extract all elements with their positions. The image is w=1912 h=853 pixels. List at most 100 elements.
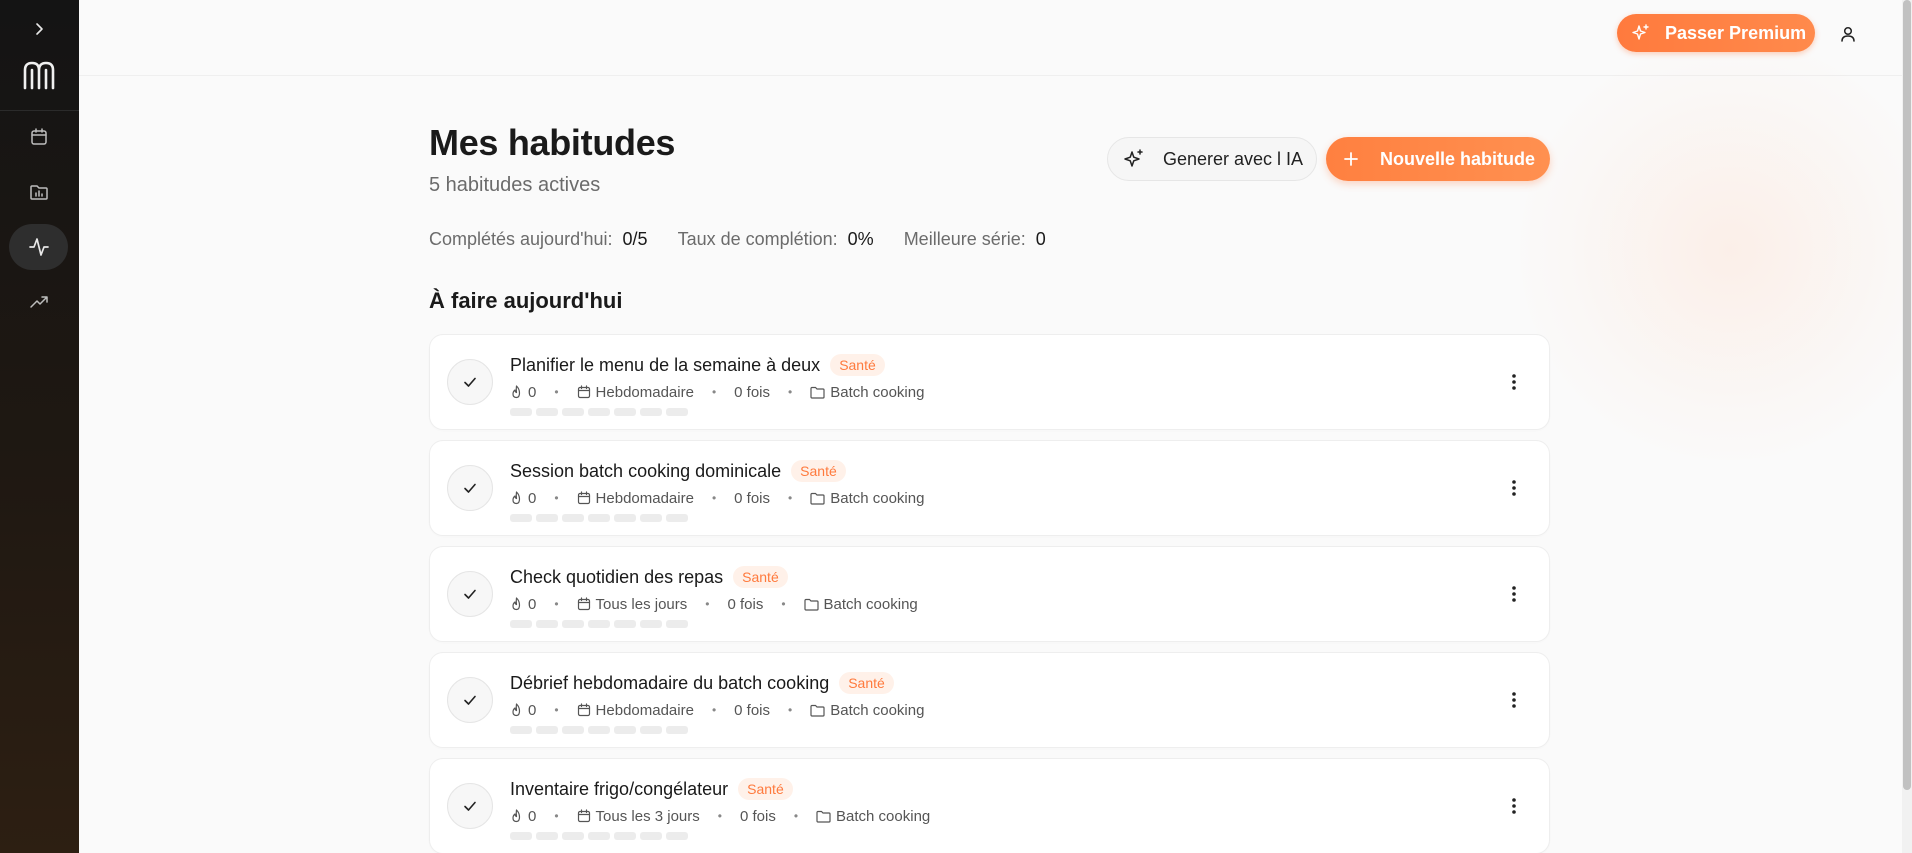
sidebar-item-habits[interactable]	[9, 224, 68, 270]
folder-icon	[810, 492, 825, 505]
more-vertical-icon	[1512, 374, 1516, 390]
progress-segments	[510, 832, 930, 840]
calendar-icon	[577, 597, 590, 611]
habit-title: Planifier le menu de la semaine à deux	[510, 354, 821, 375]
user-profile-button[interactable]	[1834, 20, 1862, 48]
complete-checkbox[interactable]	[447, 677, 493, 723]
sidebar-item-calendar[interactable]	[9, 114, 68, 160]
expand-sidebar-button[interactable]	[26, 16, 52, 42]
streak-meta: 0	[510, 808, 536, 825]
sparkles-icon	[1124, 149, 1143, 167]
folder-icon	[803, 598, 819, 611]
count-meta: 0 fois	[727, 595, 764, 613]
section-title: À faire aujourd'hui	[429, 288, 623, 313]
streak-meta: 0	[510, 490, 536, 507]
page-subtitle: 5 habitudes actives	[429, 174, 601, 196]
check-icon	[464, 589, 476, 599]
page-title: Mes habitudes	[429, 122, 676, 163]
new-habit-button[interactable]: Nouvelle habitude	[1326, 137, 1550, 181]
folder-meta: Batch cooking	[816, 808, 930, 825]
streak-meta: 0	[510, 384, 536, 401]
sidebar-item-stats[interactable]	[9, 279, 68, 325]
progress-segments	[510, 514, 924, 522]
more-options-button[interactable]	[1504, 581, 1524, 607]
habit-title: Check quotidien des repas	[510, 566, 724, 587]
sidebar-divider	[0, 110, 79, 111]
trending-up-icon	[29, 296, 48, 308]
stats-row: Complétés aujourd'hui: 0/5 Taux de complé…	[429, 229, 1046, 250]
complete-checkbox[interactable]	[447, 783, 493, 829]
folder-chart-icon	[29, 185, 48, 200]
habit-card: Planifier le menu de la semaine à deux S…	[429, 334, 1550, 430]
frequency-meta: Tous les jours	[577, 596, 687, 613]
scrollbar-thumb[interactable]	[1903, 0, 1911, 790]
more-options-button[interactable]	[1504, 793, 1524, 819]
calendar-icon	[577, 385, 590, 399]
folder-meta: Batch cooking	[810, 702, 924, 719]
stat-completed: Complétés aujourd'hui: 0/5	[429, 229, 648, 249]
scrollbar[interactable]	[1902, 0, 1912, 853]
streak-meta: 0	[510, 596, 536, 613]
more-vertical-icon	[1512, 692, 1516, 708]
stat-streak: Meilleure série: 0	[903, 229, 1046, 249]
more-options-button[interactable]	[1504, 687, 1524, 713]
habit-card: Inventaire frigo/congélateur Santé 0 • T…	[429, 758, 1550, 853]
count-meta: 0 fois	[734, 383, 771, 401]
logo-icon	[23, 61, 55, 90]
more-vertical-icon	[1512, 480, 1516, 496]
check-icon	[464, 483, 476, 493]
folder-icon	[810, 386, 825, 399]
premium-button[interactable]: Passer Premium	[1617, 14, 1815, 52]
calendar-icon	[577, 809, 590, 823]
progress-segments	[510, 726, 924, 734]
habit-card: Session batch cooking dominicale Santé 0…	[429, 440, 1550, 536]
background-glow	[1520, 40, 1912, 460]
habit-card: Check quotidien des repas Santé 0 • Tous…	[429, 546, 1550, 642]
sparkles-icon	[1632, 24, 1649, 40]
flame-icon	[512, 491, 521, 505]
progress-segments	[510, 620, 918, 628]
flame-icon	[512, 703, 521, 717]
frequency-meta: Tous les 3 jours	[577, 808, 700, 825]
generate-ai-label: Generer avec l IA	[1163, 148, 1304, 169]
more-vertical-icon	[1512, 586, 1516, 602]
category-tag: Santé	[791, 460, 846, 482]
more-options-button[interactable]	[1504, 369, 1524, 395]
more-options-button[interactable]	[1504, 475, 1524, 501]
progress-segments	[510, 408, 924, 416]
complete-checkbox[interactable]	[447, 571, 493, 617]
app-logo[interactable]	[20, 58, 58, 92]
plus-icon	[1344, 152, 1358, 166]
stat-rate: Taux de complétion: 0%	[677, 229, 874, 249]
chevron-right-icon	[36, 23, 43, 35]
habit-title: Inventaire frigo/congélateur	[510, 778, 729, 799]
complete-checkbox[interactable]	[447, 359, 493, 405]
check-icon	[464, 801, 476, 811]
category-tag: Santé	[830, 354, 885, 376]
calendar-icon	[30, 128, 47, 145]
habit-card: Débrief hebdomadaire du batch cooking Sa…	[429, 652, 1550, 748]
folder-icon	[810, 704, 825, 717]
habit-title: Débrief hebdomadaire du batch cooking	[510, 672, 830, 693]
streak-meta: 0	[510, 702, 536, 719]
category-tag: Santé	[738, 778, 793, 800]
flame-icon	[512, 597, 521, 611]
category-tag: Santé	[733, 566, 788, 588]
sidebar-item-projects[interactable]	[9, 169, 68, 215]
generate-ai-button[interactable]: Generer avec l IA	[1107, 137, 1317, 181]
calendar-icon	[577, 491, 590, 505]
complete-checkbox[interactable]	[447, 465, 493, 511]
check-icon	[464, 695, 476, 705]
calendar-icon	[577, 703, 590, 717]
flame-icon	[512, 809, 521, 823]
folder-meta: Batch cooking	[810, 384, 924, 401]
habit-list: Planifier le menu de la semaine à deux S…	[429, 334, 1550, 853]
frequency-meta: Hebdomadaire	[577, 384, 694, 401]
user-icon	[1841, 26, 1855, 42]
frequency-meta: Hebdomadaire	[577, 702, 694, 719]
folder-icon	[816, 810, 831, 823]
count-meta: 0 fois	[734, 701, 771, 719]
folder-meta: Batch cooking	[803, 596, 918, 613]
flame-icon	[512, 385, 521, 399]
count-meta: 0 fois	[739, 807, 776, 825]
